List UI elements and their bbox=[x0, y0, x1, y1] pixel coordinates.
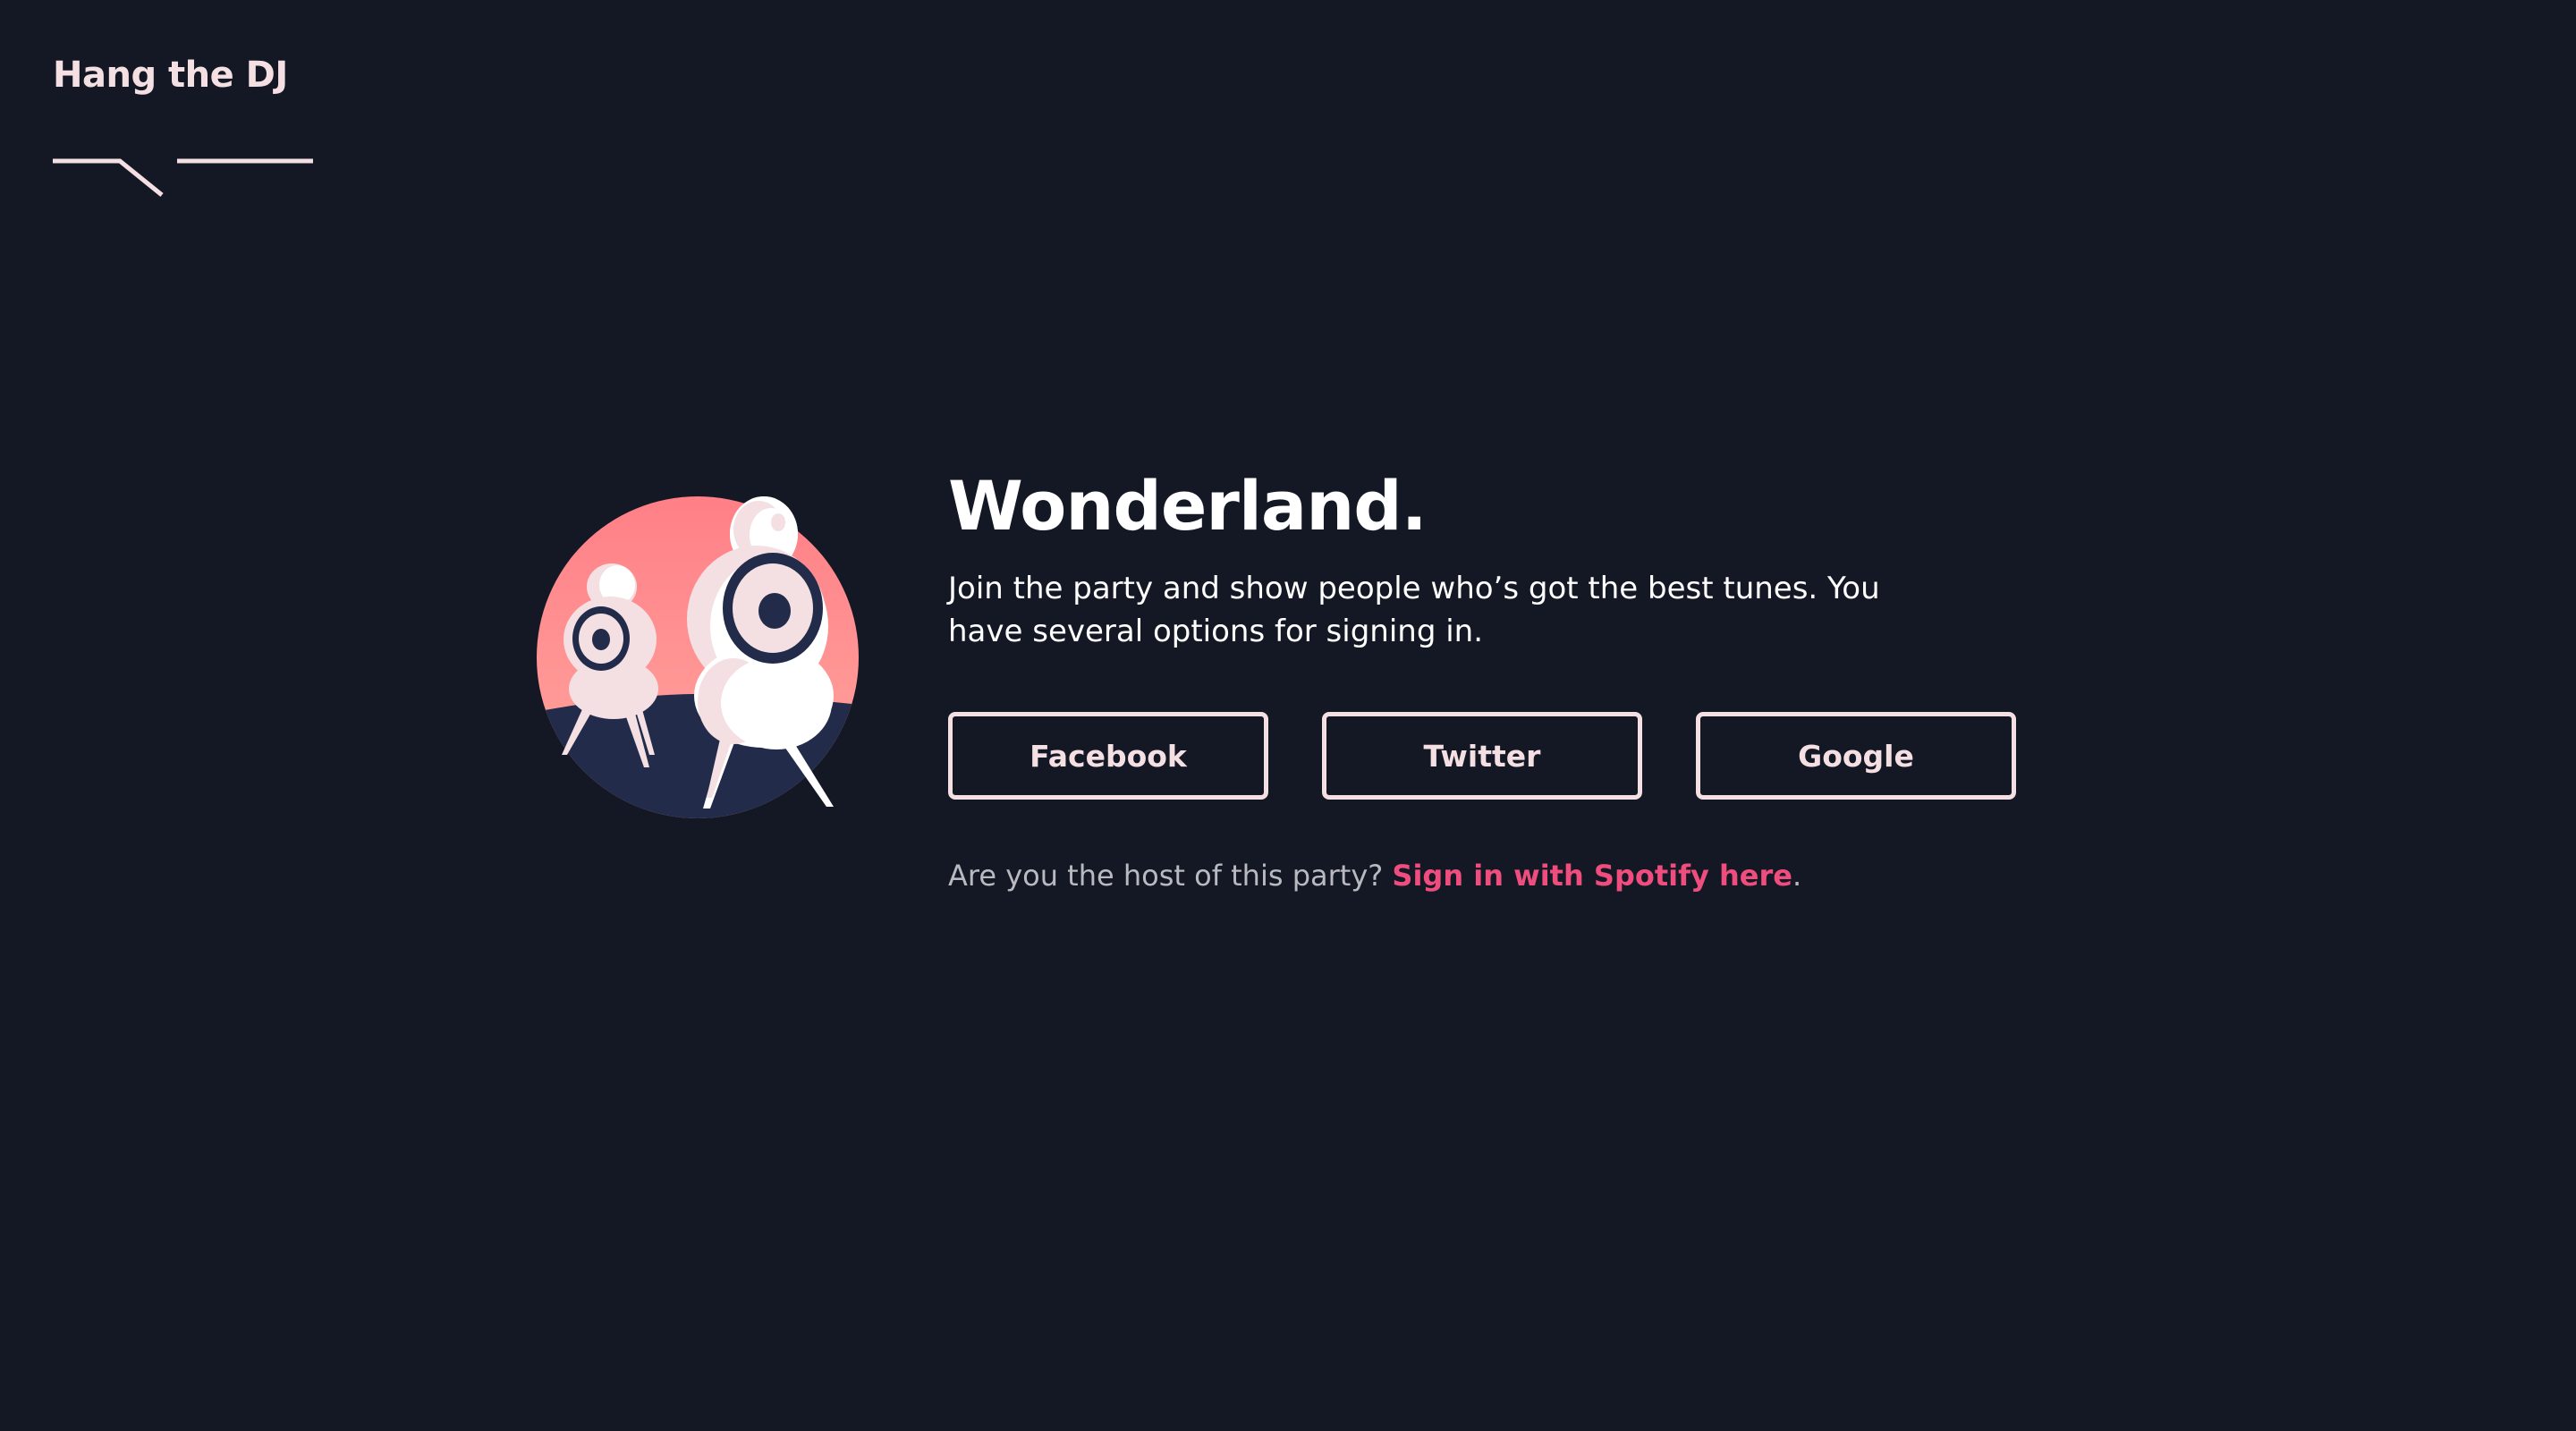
social-login-buttons: Facebook Twitter Google bbox=[948, 712, 2066, 800]
page-subtitle: Join the party and show people who’s got… bbox=[948, 571, 1880, 649]
app-logo[interactable]: Hang the DJ bbox=[53, 49, 321, 197]
signin-panel: Wonderland. Join the party and show peop… bbox=[948, 465, 2066, 893]
logo-underline-icon bbox=[53, 158, 313, 197]
host-question: Are you the host of this party? bbox=[948, 859, 1393, 893]
speakers-illustration bbox=[535, 494, 875, 825]
host-trailing: . bbox=[1792, 859, 1802, 893]
page-title: Wonderland. bbox=[948, 466, 1428, 546]
facebook-signin-button[interactable]: Facebook bbox=[948, 712, 1268, 800]
logo-text: Hang the DJ bbox=[53, 55, 288, 96]
twitter-signin-button[interactable]: Twitter bbox=[1322, 712, 1642, 800]
google-signin-button[interactable]: Google bbox=[1696, 712, 2016, 800]
host-prompt: Are you the host of this party? Sign in … bbox=[948, 859, 2066, 893]
spotify-signin-link[interactable]: Sign in with Spotify here bbox=[1392, 859, 1792, 893]
